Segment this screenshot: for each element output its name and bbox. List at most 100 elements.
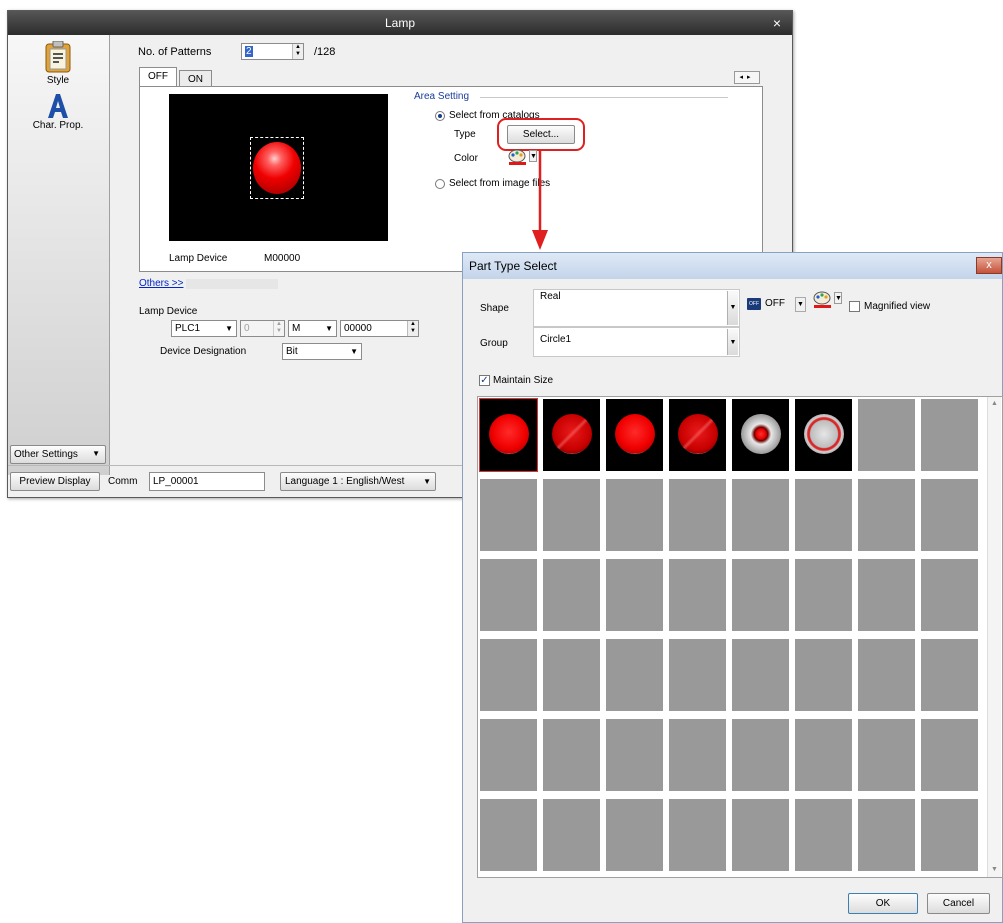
spinner-arrows-icon: ▲ ▼ <box>273 321 284 336</box>
empty-part-cell[interactable] <box>606 479 663 551</box>
scroll-up-icon[interactable]: ▲ <box>988 397 1001 411</box>
plc-select[interactable]: PLC1 ▼ <box>171 320 237 337</box>
part-thumbnail[interactable] <box>479 398 538 472</box>
parts-grid-scrollbar[interactable]: ▲ ▼ <box>987 397 1001 877</box>
chevron-down-icon: ▼ <box>225 324 233 333</box>
empty-part-cell[interactable] <box>858 639 915 711</box>
empty-part-cell[interactable] <box>858 559 915 631</box>
empty-part-cell[interactable] <box>732 719 789 791</box>
empty-part-cell[interactable] <box>480 799 537 871</box>
empty-part-cell[interactable] <box>732 479 789 551</box>
sidebar-item-style[interactable]: Style <box>8 41 108 86</box>
lamp-thumbnail-icon <box>678 414 718 454</box>
empty-part-cell[interactable] <box>858 399 915 471</box>
select-image-files-radio[interactable] <box>435 179 445 189</box>
empty-part-cell[interactable] <box>732 559 789 631</box>
group-select[interactable]: Circle1 ▼ <box>533 327 740 357</box>
sidebar-item-char-prop-label: Char. Prop. <box>32 120 84 131</box>
empty-part-cell[interactable] <box>606 559 663 631</box>
part-thumbnail[interactable] <box>732 399 789 471</box>
other-settings-button[interactable]: Other Settings ▼ <box>10 445 106 464</box>
sidebar-item-style-label: Style <box>46 75 70 86</box>
address-spinner[interactable]: 00000 ▲ ▼ <box>340 320 419 337</box>
cancel-button[interactable]: Cancel <box>927 893 990 914</box>
empty-part-cell[interactable] <box>921 479 978 551</box>
device-designation-select[interactable]: Bit ▼ <box>282 343 362 360</box>
annotation-arrow <box>532 150 548 250</box>
shape-value: Real <box>540 291 561 302</box>
select-catalogs-radio[interactable] <box>435 111 445 121</box>
empty-part-cell[interactable] <box>606 719 663 791</box>
empty-part-cell[interactable] <box>795 639 852 711</box>
empty-part-cell[interactable] <box>480 559 537 631</box>
empty-part-cell[interactable] <box>543 639 600 711</box>
spinner-arrows-icon[interactable]: ▲ ▼ <box>407 321 418 336</box>
comm-input[interactable]: LP_00001 <box>149 472 265 491</box>
shape-select[interactable]: Real ▼ <box>533 289 740 327</box>
empty-part-cell[interactable] <box>795 719 852 791</box>
device-designation-value: Bit <box>286 346 298 357</box>
parts-grid-cells <box>479 398 985 874</box>
others-link[interactable]: Others >> <box>139 278 183 289</box>
part-type-close-button[interactable]: x <box>976 257 1002 274</box>
empty-part-cell[interactable] <box>921 399 978 471</box>
part-thumbnail[interactable] <box>543 399 600 471</box>
part-thumbnail[interactable] <box>795 399 852 471</box>
part-thumbnail[interactable] <box>606 399 663 471</box>
empty-part-cell[interactable] <box>480 479 537 551</box>
empty-part-cell[interactable] <box>606 639 663 711</box>
empty-part-cell[interactable] <box>669 799 726 871</box>
empty-part-cell[interactable] <box>606 799 663 871</box>
empty-part-cell[interactable] <box>921 639 978 711</box>
empty-part-cell[interactable] <box>732 639 789 711</box>
empty-part-cell[interactable] <box>858 479 915 551</box>
empty-part-cell[interactable] <box>732 799 789 871</box>
empty-part-cell[interactable] <box>795 559 852 631</box>
language-select[interactable]: Language 1 : English/West ▼ <box>280 472 436 491</box>
empty-part-cell[interactable] <box>543 719 600 791</box>
empty-part-cell[interactable] <box>921 559 978 631</box>
empty-part-cell[interactable] <box>669 639 726 711</box>
part-thumbnail[interactable] <box>669 399 726 471</box>
empty-part-cell[interactable] <box>795 479 852 551</box>
maintain-size-checkbox[interactable]: ✓ <box>479 375 490 386</box>
state-select[interactable]: OFF OFF ▼ <box>747 294 807 314</box>
empty-part-cell[interactable] <box>669 479 726 551</box>
lamp-device-caption: Lamp Device <box>169 253 228 264</box>
state-icon: OFF <box>747 298 761 310</box>
maintain-size-label: Maintain Size <box>493 375 554 386</box>
sidebar-item-char-prop[interactable]: Char. Prop. <box>8 93 108 131</box>
empty-part-cell[interactable] <box>480 639 537 711</box>
scroll-down-icon[interactable]: ▼ <box>988 863 1001 877</box>
magnified-view-checkbox[interactable] <box>849 301 860 312</box>
empty-part-cell[interactable] <box>543 479 600 551</box>
lamp-title: Lamp <box>384 16 416 30</box>
empty-part-cell[interactable] <box>921 799 978 871</box>
part-type-title-bar[interactable]: Part Type Select <box>463 253 1002 279</box>
preview-display-button[interactable]: Preview Display <box>10 472 100 491</box>
lamp-thumbnail-icon <box>804 414 844 454</box>
tab-scroll-arrows-icon[interactable]: ◂▸ <box>734 71 760 84</box>
spinner-arrows-icon[interactable]: ▲ ▼ <box>292 44 303 59</box>
empty-part-cell[interactable] <box>858 799 915 871</box>
empty-part-cell[interactable] <box>795 799 852 871</box>
empty-part-cell[interactable] <box>480 719 537 791</box>
chevron-down-icon: ▼ <box>727 291 738 325</box>
part-color-picker[interactable]: ▼ <box>813 291 843 311</box>
lamp-close-button[interactable]: × <box>770 11 784 35</box>
chevron-down-icon: ▼ <box>92 449 100 458</box>
empty-part-cell[interactable] <box>669 719 726 791</box>
empty-part-cell[interactable] <box>921 719 978 791</box>
tab-off[interactable]: OFF <box>139 67 177 87</box>
empty-part-cell[interactable] <box>858 719 915 791</box>
ok-button[interactable]: OK <box>848 893 918 914</box>
lamp-title-bar[interactable]: Lamp <box>8 11 792 35</box>
empty-part-cell[interactable] <box>543 799 600 871</box>
lamp-thumbnail-icon <box>615 414 655 454</box>
device-type-select[interactable]: M ▼ <box>288 320 337 337</box>
lamp-thumbnail-icon <box>489 414 529 454</box>
empty-part-cell[interactable] <box>669 559 726 631</box>
empty-part-cell[interactable] <box>543 559 600 631</box>
patterns-spinner[interactable]: 2 ▲ ▼ <box>241 43 304 60</box>
palette-icon <box>508 149 526 165</box>
